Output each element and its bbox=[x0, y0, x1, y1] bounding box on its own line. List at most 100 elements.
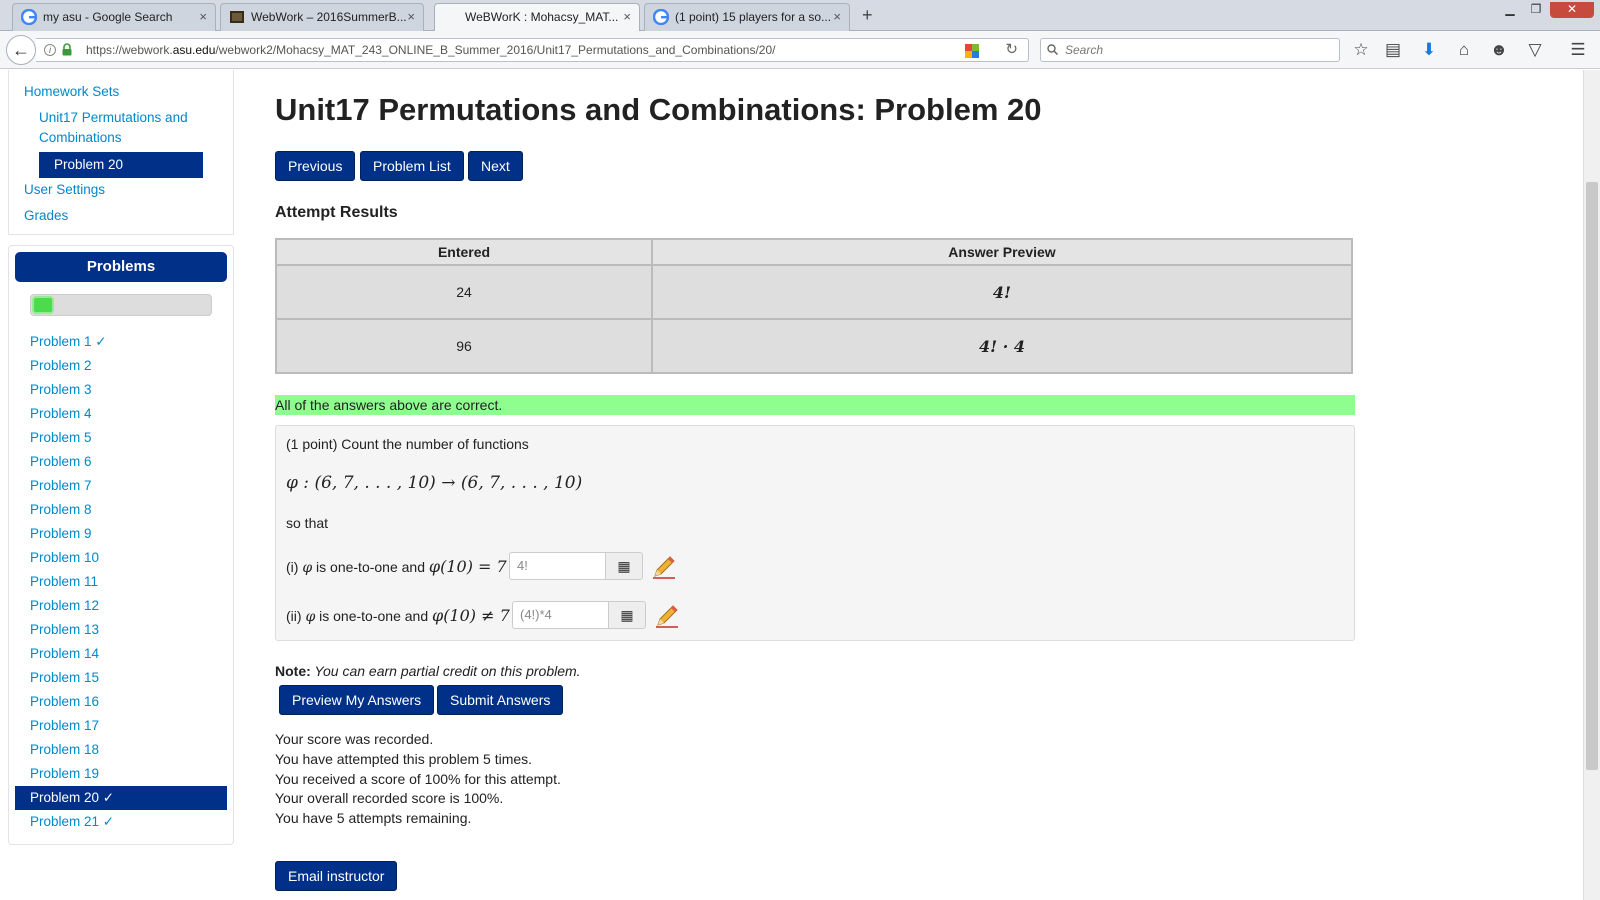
answer-input-i[interactable]: 4! bbox=[509, 552, 607, 580]
new-tab-button[interactable]: + bbox=[862, 5, 873, 26]
answer-input-ii[interactable]: (4!)*4 bbox=[512, 601, 610, 629]
browser-tab[interactable]: my asu - Google Search × bbox=[12, 3, 216, 31]
nav-current-set[interactable]: Unit17 Permutations and Combinations bbox=[9, 106, 233, 152]
tab-label: WebWork – 2016SummerB... bbox=[251, 10, 407, 24]
entered-cell: 96 bbox=[275, 318, 653, 374]
problem-link[interactable]: Problem 18 bbox=[15, 738, 227, 762]
problem-link[interactable]: Problem 19 bbox=[15, 762, 227, 786]
problem-link[interactable]: Problem 6 bbox=[15, 450, 227, 474]
email-instructor-button[interactable]: Email instructor bbox=[275, 861, 398, 891]
pencil-icon[interactable] bbox=[654, 603, 680, 629]
problem-link[interactable]: Problem 16 bbox=[15, 690, 227, 714]
search-bar[interactable]: Search bbox=[1040, 38, 1340, 62]
part-ii-text: is one-to-one and bbox=[315, 608, 432, 624]
pencil-icon[interactable] bbox=[651, 554, 677, 580]
problem-link[interactable]: Problem 7 bbox=[15, 474, 227, 498]
tab-label: (1 point) 15 players for a so... bbox=[675, 10, 832, 24]
problem-list: Problem 1 ✓ Problem 2 Problem 3 Problem 4 Pr… bbox=[15, 330, 227, 834]
url-prefix: https://webwork. bbox=[86, 43, 173, 57]
page-content: Homework Sets Unit17 Permutations and Co… bbox=[0, 70, 1600, 900]
browser-tab[interactable]: WebWork – 2016SummerB... × bbox=[220, 3, 424, 31]
minimize-icon[interactable]: ▁ bbox=[1497, 2, 1523, 18]
table-row: 96 4! · 4 bbox=[275, 318, 1353, 374]
tab-close-icon[interactable]: × bbox=[407, 4, 415, 30]
preview-answers-button[interactable]: Preview My Answers bbox=[279, 685, 435, 715]
problem-link[interactable]: Problem 2 bbox=[15, 354, 227, 378]
score-line: You have attempted this problem 5 times. bbox=[275, 750, 533, 767]
score-line: Your score was recorded. bbox=[275, 731, 434, 747]
answer-preview-cell: 4! · 4 bbox=[651, 318, 1353, 374]
lock-icon bbox=[62, 43, 72, 56]
part-ii-math: φ(10) ≠ 7 bbox=[432, 606, 510, 625]
problem-link[interactable]: Problem 4 bbox=[15, 402, 227, 426]
chat-icon[interactable]: ☻ bbox=[1488, 39, 1510, 61]
browser-tab[interactable]: (1 point) 15 players for a so... × bbox=[644, 3, 850, 31]
nav-homework-sets[interactable]: Homework Sets bbox=[9, 80, 233, 106]
nav-grades[interactable]: Grades bbox=[9, 204, 233, 230]
vertical-scrollbar[interactable] bbox=[1583, 70, 1600, 900]
window-close-icon[interactable]: ✕ bbox=[1550, 2, 1594, 18]
problem-link[interactable]: Problem 9 bbox=[15, 522, 227, 546]
problem-link[interactable]: Problem 21 ✓ bbox=[15, 810, 227, 834]
correct-message: All of the answers above are correct. bbox=[275, 395, 1355, 415]
problems-header: Problems bbox=[15, 252, 227, 282]
problem-link[interactable]: Problem 5 bbox=[15, 426, 227, 450]
url-bar[interactable]: i https://webwork.asu.edu/webwork2/Mohac… bbox=[36, 38, 1029, 62]
tab-close-icon[interactable]: × bbox=[623, 4, 631, 30]
part-i-prefix: (i) bbox=[286, 559, 299, 575]
problem-link[interactable]: Problem 20 ✓ bbox=[15, 786, 227, 810]
part-i-phi: φ bbox=[302, 560, 313, 576]
part-i-text: is one-to-one and bbox=[312, 559, 429, 575]
nav-user-settings[interactable]: User Settings bbox=[9, 178, 233, 204]
browser-tab-bar: my asu - Google Search × WebWork – 2016S… bbox=[0, 0, 1600, 32]
home-icon[interactable]: ⌂ bbox=[1453, 39, 1475, 61]
part-ii-statement: (ii) φ is one-to-one and φ(10) ≠ 7 bbox=[286, 606, 510, 625]
problem-link[interactable]: Problem 17 bbox=[15, 714, 227, 738]
bookmark-star-icon[interactable]: ☆ bbox=[1350, 39, 1372, 61]
progress-bar-fill bbox=[32, 296, 54, 314]
page-title: Unit17 Permutations and Combinations: Pr… bbox=[275, 92, 1042, 127]
url-path: /webwork2/Mohacsy_MAT_243_ONLINE_B_Summe… bbox=[215, 43, 776, 57]
column-header: Entered bbox=[275, 238, 653, 266]
tab-close-icon[interactable]: × bbox=[199, 4, 207, 30]
browser-tab-active[interactable]: WeBWorK : Mohacsy_MAT... × bbox=[434, 3, 640, 32]
part-ii-prefix: (ii) bbox=[286, 608, 302, 624]
part-ii-phi: φ bbox=[305, 609, 316, 625]
pocket-icon[interactable]: ▽ bbox=[1524, 39, 1546, 61]
tab-close-icon[interactable]: × bbox=[833, 4, 841, 30]
column-header: Answer Preview bbox=[651, 238, 1353, 266]
restore-icon[interactable]: ❐ bbox=[1523, 2, 1549, 18]
previous-button[interactable]: Previous bbox=[275, 151, 356, 181]
blackboard-icon bbox=[230, 11, 244, 23]
problem-link[interactable]: Problem 3 bbox=[15, 378, 227, 402]
hamburger-menu-icon[interactable]: ☰ bbox=[1567, 39, 1589, 61]
problem-link[interactable]: Problem 1 ✓ bbox=[15, 330, 227, 354]
problem-link[interactable]: Problem 14 bbox=[15, 642, 227, 666]
problem-body: (1 point) Count the number of functions … bbox=[275, 425, 1355, 641]
problem-link[interactable]: Problem 8 bbox=[15, 498, 227, 522]
submit-answers-button[interactable]: Submit Answers bbox=[437, 685, 564, 715]
equation-editor-icon[interactable]: ▦ bbox=[605, 552, 643, 580]
reload-icon[interactable]: ↻ bbox=[1005, 39, 1018, 61]
so-that-text: so that bbox=[286, 515, 329, 531]
nav-current-problem[interactable]: Problem 20 bbox=[39, 152, 203, 178]
problem-link[interactable]: Problem 12 bbox=[15, 594, 227, 618]
problem-link[interactable]: Problem 10 bbox=[15, 546, 227, 570]
info-icon[interactable]: i bbox=[44, 44, 56, 56]
site-navigation: Homework Sets Unit17 Permutations and Co… bbox=[8, 70, 234, 235]
problem-link[interactable]: Problem 15 bbox=[15, 666, 227, 690]
problem-list-button[interactable]: Problem List bbox=[360, 151, 464, 181]
search-icon bbox=[1047, 44, 1058, 55]
reading-list-icon[interactable]: ▤ bbox=[1382, 39, 1404, 61]
progress-bar bbox=[30, 294, 212, 316]
extension-icon[interactable] bbox=[964, 43, 980, 59]
scrollbar-thumb[interactable] bbox=[1586, 182, 1598, 770]
equation-editor-icon[interactable]: ▦ bbox=[608, 601, 646, 629]
sidebar: Homework Sets Unit17 Permutations and Co… bbox=[8, 70, 234, 845]
download-arrow-icon[interactable]: ⬇ bbox=[1418, 39, 1440, 61]
problem-link[interactable]: Problem 13 bbox=[15, 618, 227, 642]
problem-link[interactable]: Problem 11 bbox=[15, 570, 227, 594]
next-button[interactable]: Next bbox=[468, 151, 523, 181]
score-line: You received a score of 100% for this at… bbox=[275, 770, 561, 787]
back-arrow-icon[interactable]: ← bbox=[6, 35, 36, 65]
